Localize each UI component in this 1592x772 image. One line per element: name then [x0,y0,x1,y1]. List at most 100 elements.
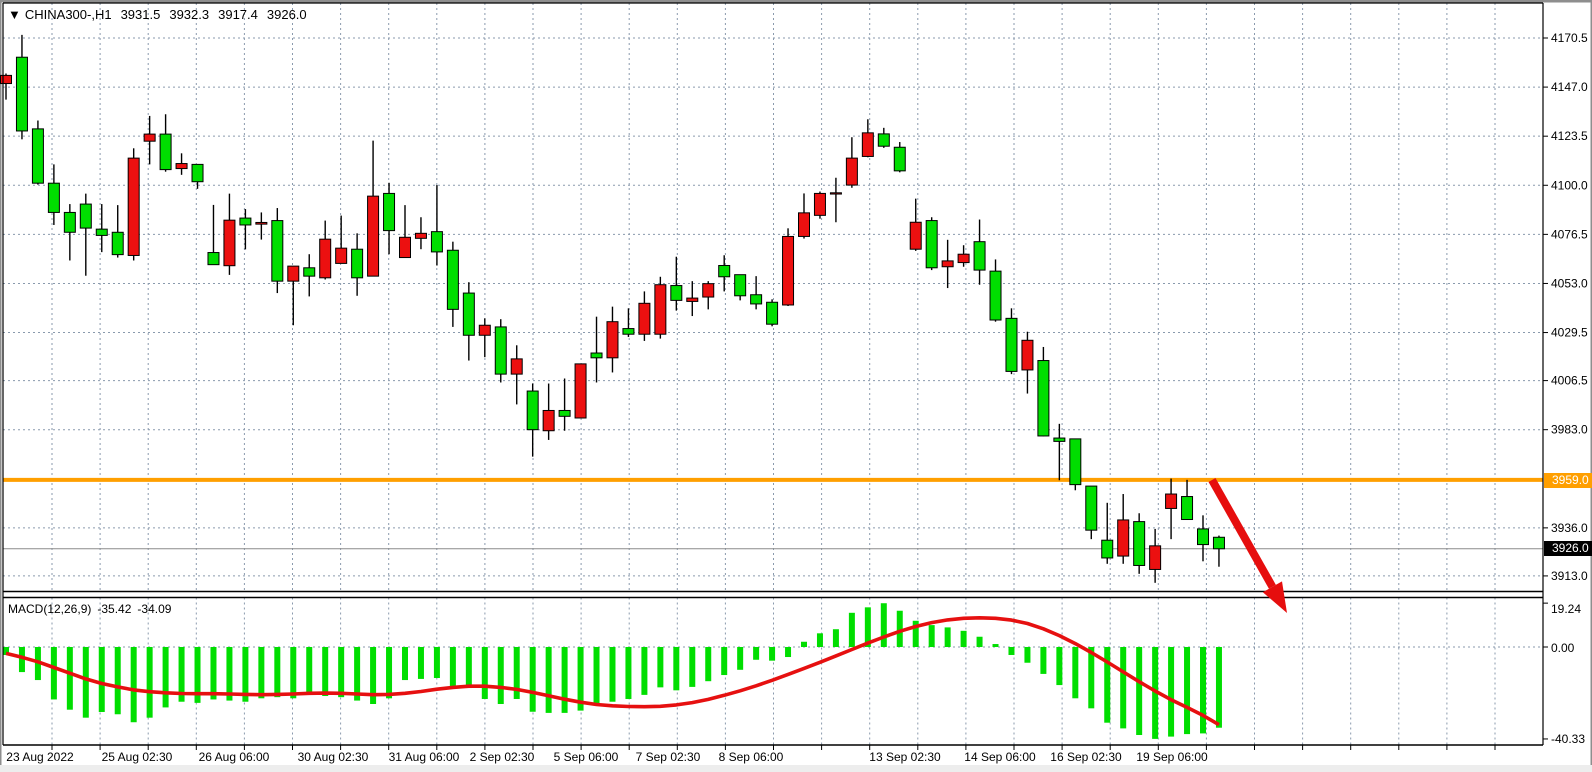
macd-histogram-bar [673,647,679,690]
macd-histogram-bar [562,647,568,713]
candle-body [16,57,27,131]
candle-body [431,232,442,252]
price-axis-label: 3983.0 [1551,423,1588,437]
macd-histogram-bar [210,647,216,699]
candle-body [639,303,650,334]
candle-body [1213,537,1224,548]
candle-body [288,266,299,281]
orange-level-price-badge: 3959.0 [1544,473,1592,488]
price-axis-label: 4029.5 [1551,326,1588,340]
candle-body [719,265,730,276]
candle-body [799,213,810,237]
candle-body [304,268,315,276]
candle-body [1134,522,1145,566]
macd-histogram-bar [386,647,392,698]
candle-body [767,302,778,324]
time-axis-label: 16 Sep 02:30 [1050,750,1122,764]
time-axis-label: 7 Sep 02:30 [636,750,701,764]
candle-body [1118,520,1129,556]
macd-histogram-bar [466,647,472,688]
macd-histogram-bar [1008,647,1014,655]
candle-body [160,134,171,170]
candle-body [400,237,411,257]
candle-body [128,158,139,255]
candle-body [1054,438,1065,441]
candle-body [1198,529,1209,545]
macd-scale-max-label: 19.24 [1551,602,1581,616]
candle-body [830,193,841,194]
down-arrow-annotation[interactable] [1212,480,1272,587]
price-axis-label: 4006.5 [1551,374,1588,388]
macd-histogram-bar [322,647,328,696]
candle-body [974,242,985,270]
candle-body [1022,340,1033,370]
candle-body [224,220,235,266]
macd-histogram-bar [849,613,855,647]
bottom-margin-strip [0,765,1592,772]
candle-body [368,196,379,276]
chart-canvas[interactable]: 4170.54147.04123.54100.04076.54053.04029… [0,0,1592,772]
macd-name: MACD(12,26,9) [8,602,91,616]
macd-histogram-bar [51,647,57,699]
macd-histogram-bar [402,647,408,680]
macd-histogram-bar [147,647,153,718]
candle-body [958,254,969,262]
macd-histogram-bar [753,647,759,660]
candle-body [735,275,746,296]
candle-body [240,218,251,225]
time-axis-label: 13 Sep 02:30 [869,750,941,764]
chart-title: ▼CHINA300-,H13931.53932.33917.43926.0 [8,7,307,22]
macd-histogram-bar [258,647,264,698]
candle-body [176,164,187,169]
macd-histogram-bar [817,633,823,647]
candle-body [479,325,490,335]
candle-body [192,164,203,181]
macd-histogram-bar [83,647,89,718]
candle-body [990,271,1001,320]
candle-body [1182,497,1193,520]
macd-histogram-bar [769,647,775,661]
candle-body [32,129,43,183]
candle-body [894,147,905,171]
time-axis-label: 14 Sep 06:00 [964,750,1036,764]
macd-histogram-bar [115,647,121,714]
candle-body [607,322,618,358]
candle-body [591,353,602,358]
candle-body [862,133,873,157]
time-axis-label: 25 Aug 02:30 [102,750,173,764]
time-axis-label: 19 Sep 06:00 [1136,750,1208,764]
price-axis-label: 3936.0 [1551,521,1588,535]
candle-body [495,327,506,374]
price-axis-label: 4053.0 [1551,276,1588,290]
macd-histogram-bar [977,637,983,647]
candle-body [511,359,522,374]
candle-body [80,204,91,228]
candle-body [942,261,953,267]
candle-body [1166,494,1177,508]
macd-histogram-bar [99,647,105,712]
candle-body [783,236,794,305]
candle-body [687,298,698,301]
macd-histogram-bar [290,647,296,698]
candle-body [671,286,682,301]
candle-body [447,250,458,309]
candle-body [655,285,666,335]
macd-histogram-bar [450,647,456,687]
macd-histogram-bar [418,647,424,679]
collapse-indicator-icon[interactable]: ▼ [8,7,21,22]
macd-histogram-bar [546,647,552,713]
candle-body [751,295,762,304]
macd-histogram-bar [131,647,137,722]
candle-body [1102,540,1113,558]
macd-histogram-bar [721,647,727,675]
candle-body [463,293,474,335]
macd-histogram-bar [1056,647,1062,685]
candle-body [415,233,426,238]
candle-body [623,329,634,335]
macd-histogram-bar [961,631,967,647]
macd-histogram-bar [1200,647,1206,733]
macd-histogram-bar [1168,647,1174,737]
macd-histogram-bar [1040,647,1046,674]
trading-chart-window: 4170.54147.04123.54100.04076.54053.04029… [0,0,1592,772]
macd-histogram-bar [1184,647,1190,734]
